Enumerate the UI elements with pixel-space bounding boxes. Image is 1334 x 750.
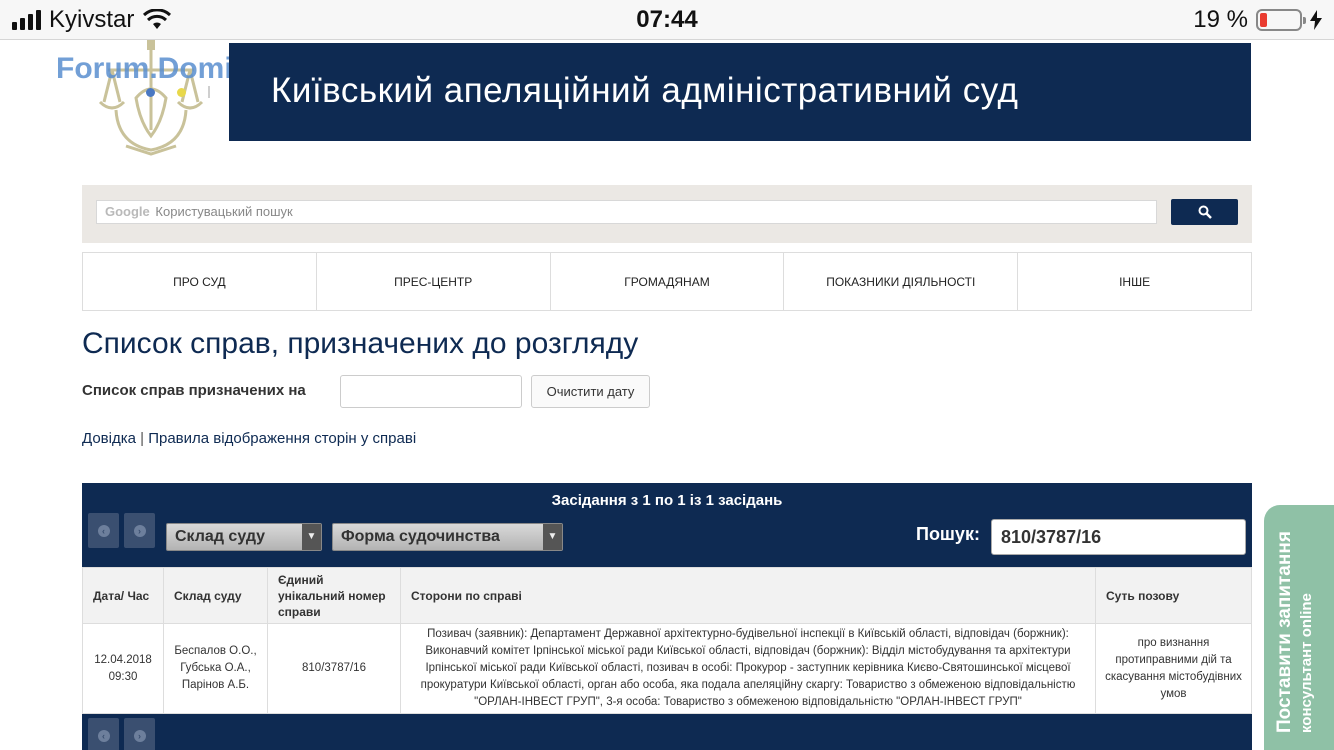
proceeding-form-value: Форма судочинства [341, 528, 500, 545]
nav-item-press[interactable]: ПРЕС-ЦЕНТР [315, 253, 550, 310]
clock: 07:44 [636, 6, 698, 33]
table-caption: Засідання з 1 по 1 із 1 засідань [551, 492, 783, 509]
column-header-claim[interactable]: Суть позову [1095, 567, 1252, 624]
next-arrow-icon: › [133, 729, 146, 742]
status-bar: Kyivstar 07:44 19 % [0, 0, 1334, 40]
table-footer: ‹ › [82, 714, 1252, 750]
battery-percent: 19 % [1193, 6, 1248, 33]
court-composition-select[interactable]: Склад суду ▼ [166, 523, 322, 551]
table-header-row: Дата/ Час Склад суду Єдиний унікальний н… [82, 567, 1252, 624]
dot-divider [208, 86, 210, 98]
table-search-label: Пошук: [916, 524, 980, 544]
table-row[interactable]: 12.04.2018 09:30 Беспалов О.О., Губська … [82, 623, 1252, 714]
column-header-date[interactable]: Дата/ Час [82, 567, 164, 624]
battery-fill [1260, 13, 1268, 27]
cell-judges: Беспалов О.О., Губська О.А., Парінов А.Б… [163, 623, 268, 714]
prev-arrow-icon: ‹ [97, 729, 110, 742]
court-composition-value: Склад суду [175, 528, 266, 545]
date-label: Список справ призначених на [82, 382, 306, 399]
column-header-case-number[interactable]: Єдиний унікальний номер справи [267, 567, 401, 624]
prev-arrow-icon: ‹ [97, 524, 110, 537]
column-header-parties[interactable]: Сторони по справі [400, 567, 1096, 624]
cases-panel: Засідання з 1 по 1 із 1 засідань ‹ › Скл… [82, 483, 1252, 750]
help-links: Довідка | Правила відображення сторін у … [82, 430, 416, 447]
dot-yellow [177, 87, 186, 97]
clear-date-button[interactable]: Очистити дату [531, 375, 650, 408]
search-input[interactable]: Google Користувацький пошук [96, 200, 1157, 224]
nav-item-citizens[interactable]: ГРОМАДЯНАМ [549, 253, 784, 310]
google-label: Google [105, 204, 150, 219]
status-right: 19 % [1193, 6, 1322, 34]
prev-page-button[interactable]: ‹ [88, 513, 119, 548]
ask-question-title: Поставити запитання [1274, 531, 1295, 733]
cell-parties: Позивач (заявник): Департамент Державної… [400, 623, 1096, 714]
search-placeholder: Користувацький пошук [155, 204, 293, 219]
charging-bolt-icon [1310, 10, 1322, 30]
help-link[interactable]: Довідка [82, 430, 136, 447]
ask-question-label: Поставити запитання консультант online [1274, 531, 1315, 733]
display-rules-link[interactable]: Правила відображення сторін у справі [148, 430, 416, 447]
ask-question-subtitle: консультант online [1298, 593, 1315, 733]
search-button[interactable] [1171, 199, 1238, 225]
dot-blue [146, 87, 155, 97]
proceeding-form-select[interactable]: Форма судочинства ▼ [332, 523, 563, 551]
table-search-input[interactable]: 810/3787/16 [991, 519, 1246, 555]
next-arrow-icon: › [133, 524, 146, 537]
header-dots [146, 86, 241, 98]
chevron-down-icon: ▼ [302, 524, 321, 550]
battery-icon [1256, 9, 1306, 31]
date-input[interactable] [340, 375, 522, 408]
cell-case-number: 810/3787/16 [267, 623, 401, 714]
cases-table: Дата/ Час Склад суду Єдиний унікальний н… [82, 567, 1252, 714]
cell-date: 12.04.2018 09:30 [82, 623, 164, 714]
main-nav: ПРО СУД ПРЕС-ЦЕНТР ГРОМАДЯНАМ ПОКАЗНИКИ … [82, 252, 1252, 311]
link-separator: | [140, 430, 145, 447]
chevron-down-icon: ▼ [543, 524, 562, 550]
cell-claim: про визнання протиправними дій та скасув… [1095, 623, 1252, 714]
next-page-button[interactable]: › [124, 513, 155, 548]
ask-question-tab[interactable]: Поставити запитання консультант online [1264, 505, 1334, 750]
nav-item-other[interactable]: ІНШЕ [1017, 253, 1252, 310]
site-search: Google Користувацький пошук [82, 185, 1252, 243]
page-title: Список справ, призначених до розгляду [82, 327, 639, 360]
nav-item-about[interactable]: ПРО СУД [82, 253, 316, 310]
nav-item-indicators[interactable]: ПОКАЗНИКИ ДІЯЛЬНОСТІ [783, 253, 1018, 310]
search-icon [1198, 205, 1212, 219]
header-banner: Київський апеляційний адміністративний с… [229, 43, 1251, 141]
footer-next-page-button[interactable]: › [124, 718, 155, 750]
column-header-judges[interactable]: Склад суду [163, 567, 268, 624]
site-title: Київський апеляційний адміністративний с… [271, 71, 1019, 110]
footer-prev-page-button[interactable]: ‹ [88, 718, 119, 750]
